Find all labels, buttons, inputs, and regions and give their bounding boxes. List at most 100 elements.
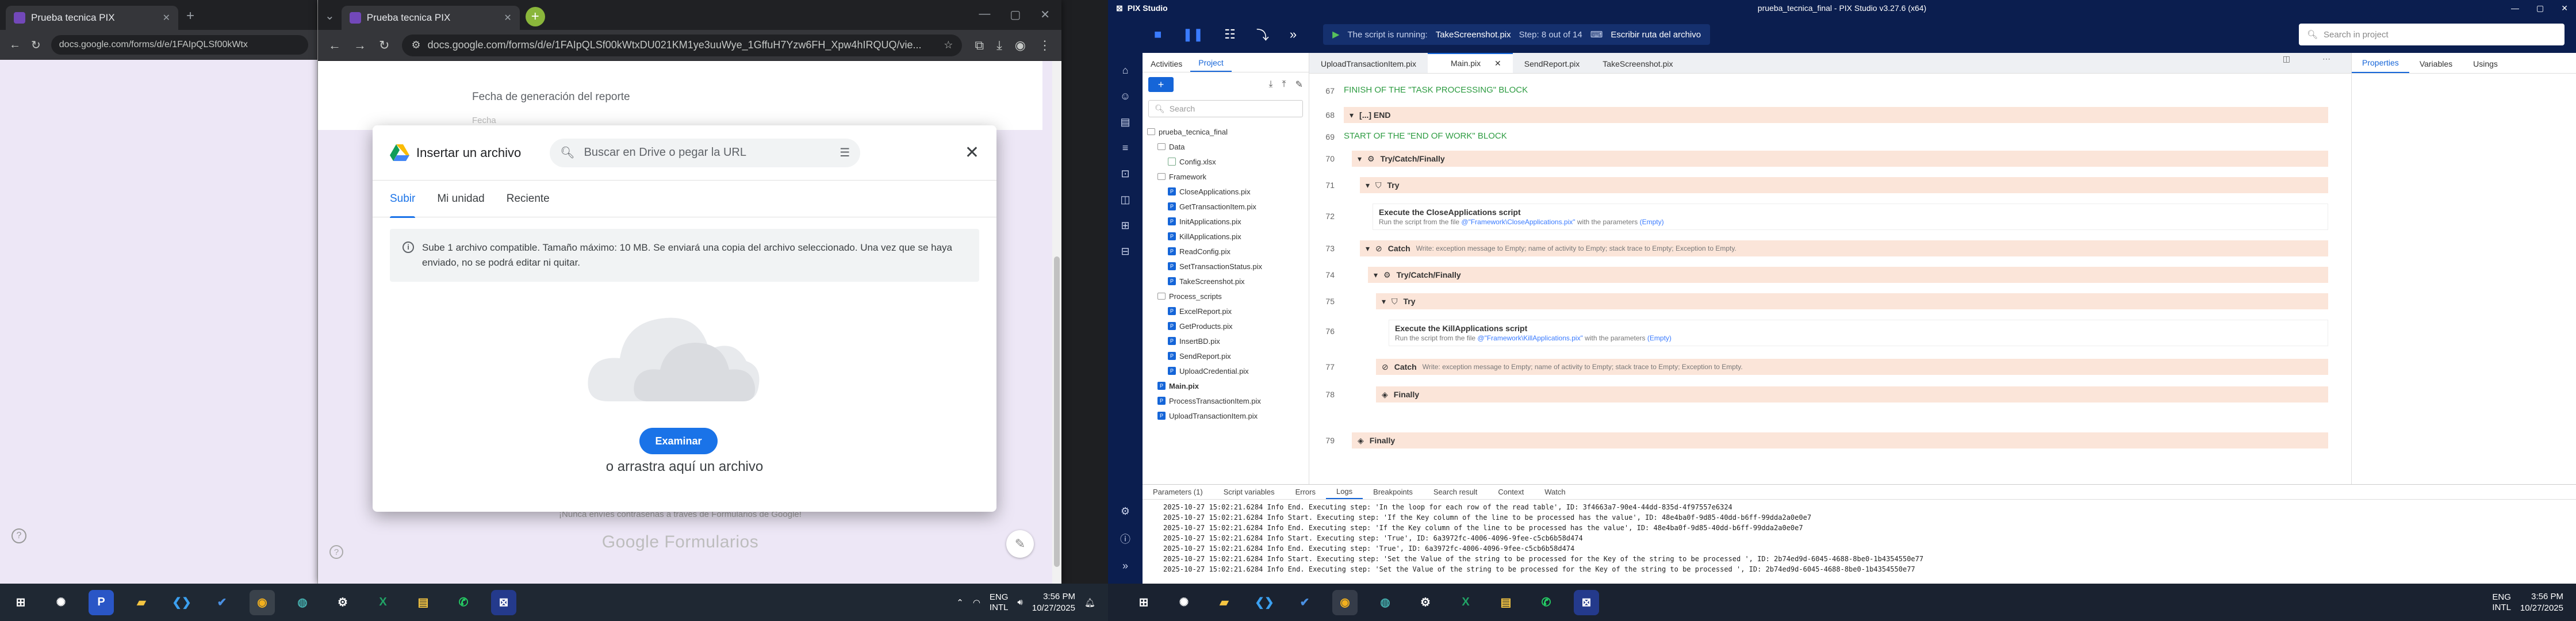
catch-block[interactable]: ⊘ Catch Write: exception message to Empty;… [1376,359,2328,375]
packages-icon[interactable]: ⊞ [1121,220,1129,232]
tab-upload[interactable]: Subir [390,193,416,218]
finally-block[interactable]: ◈ Finally [1352,432,2328,448]
tab-project[interactable]: Project [1190,55,1232,72]
chatgpt-icon[interactable]: ✺ [48,590,74,615]
page-scrollbar[interactable] [1052,61,1061,584]
collapse-arrow-icon[interactable]: ▾ [1366,244,1370,254]
menu-icon[interactable]: ⋮ [1038,38,1051,53]
try-block[interactable]: ▾ ⛉ Try [1376,293,2328,309]
tab-search-result[interactable]: Search result [1423,485,1488,499]
notifications-icon[interactable]: 🔔︎ [1084,597,1095,608]
vscode-icon[interactable]: ❮❯ [169,590,194,615]
tree-item[interactable]: P UploadTransactionItem.pix [1147,408,1309,423]
robot-icon[interactable]: ☺ [1120,90,1130,102]
site-info-icon[interactable]: ⚙ [411,39,420,51]
tab-parameters[interactable]: Parameters (1) [1143,485,1213,499]
chrome-taskbar-icon[interactable]: ◉ [1332,589,1358,615]
trycatch-block[interactable]: ▾ ⚙ Try/Catch/Finally [1352,151,2328,167]
end-block[interactable]: ▾ [...] END [1344,107,2328,123]
project-search-input[interactable]: 🔍︎ Search in project [2299,24,2564,45]
import-icon[interactable]: ⤓ [1268,79,1272,90]
maximize-icon[interactable]: ▢ [1010,7,1021,22]
tree-item[interactable]: P GetProducts.pix [1147,319,1309,334]
pix-icon[interactable]: ⊠ [491,589,516,615]
collapse-arrow-icon[interactable]: ▾ [1358,154,1362,164]
editor-tab[interactable]: UploadTransactionItem.pix [1309,55,1428,73]
tab-context[interactable]: Context [1488,485,1534,499]
editor-tab-main[interactable]: Main.pix ✕ [1428,53,1513,73]
clock[interactable]: 3:56 PM 10/27/2025 [2520,591,2563,614]
step-into-icon[interactable]: ⤵ [1256,25,1269,44]
collapse-arrow-icon[interactable]: ▾ [1366,181,1370,190]
wifi-icon[interactable]: ◠ [973,597,980,608]
app-icon[interactable]: ◍ [1373,590,1398,615]
forward-icon[interactable]: → [354,38,366,53]
chatgpt-icon[interactable]: ✺ [1171,590,1197,615]
tab-watch[interactable]: Watch [1534,485,1575,499]
reload-icon[interactable]: ↻ [379,38,389,53]
tree-item[interactable]: P ReadConfig.pix [1147,244,1309,259]
tree-item[interactable]: Config.xlsx [1147,154,1309,169]
chrome-omnibox[interactable]: ⚙ docs.google.com/forms/d/e/1FAIpQLSf00k… [402,34,963,56]
close-window-icon[interactable]: ✕ [2561,3,2568,13]
todo-icon[interactable]: ✔ [1292,590,1317,615]
notes-icon[interactable]: ▤ [411,590,436,615]
editor-tab[interactable]: SendReport.pix [1513,55,1592,73]
profile-icon[interactable]: ◉ [1015,38,1026,53]
help-icon[interactable]: ? [329,545,343,559]
tree-item[interactable]: P InitApplications.pix [1147,214,1309,229]
tree-item[interactable]: P CloseApplications.pix [1147,184,1309,199]
tab-recent[interactable]: Reciente [507,193,550,205]
tab-activities[interactable]: Activities [1143,56,1190,72]
tree-item[interactable]: prueba_tecnica_final [1147,124,1309,139]
tree-item[interactable]: Process_scripts [1147,289,1309,304]
extensions-icon[interactable]: ⧉ [975,38,984,53]
language-indicator[interactable]: ENG INTL [2492,592,2511,613]
finally-block[interactable]: ◈ Finally [1376,386,2328,402]
bookmark-star-icon[interactable]: ☆ [944,39,953,51]
add-button[interactable]: + [1148,77,1174,92]
tree-item[interactable]: P UploadCredential.pix [1147,363,1309,378]
comment-step[interactable]: FINISH OF THE "TASK PROCESSING" BLOCK [1344,85,2328,95]
trycatch-block[interactable]: ▾ ⚙ Try/Catch/Finally [1368,267,2328,283]
close-window-icon[interactable]: ✕ [1040,7,1050,22]
tray-chevron-icon[interactable]: ⌃ [956,597,964,608]
windows-start-icon[interactable]: ⊞ [1131,590,1156,615]
new-tab-button[interactable]: + [525,7,545,26]
project-tree-search[interactable]: 🔍︎ Search [1148,100,1303,117]
app-icon[interactable]: ◍ [290,590,315,615]
notes-icon[interactable]: ▤ [1493,590,1519,615]
tab-my-drive[interactable]: Mi unidad [437,193,484,205]
maximize-icon[interactable]: ▢ [2536,3,2544,13]
id-icon[interactable]: ⊟ [1121,246,1129,258]
file-explorer-icon[interactable]: ▰ [129,590,154,615]
clock[interactable]: 3:56 PM 10/27/2025 [1032,591,1075,614]
stack-icon[interactable]: ≡ [1122,142,1129,154]
tools-icon[interactable]: ✎ [1295,79,1303,90]
excel-icon[interactable]: X [370,590,396,615]
comment-step[interactable]: START OF THE "END OF WORK" BLOCK [1344,131,2328,141]
tree-item[interactable]: P Main.pix [1147,378,1309,393]
language-indicator[interactable]: ENG INTL [990,592,1009,613]
tab-script-variables[interactable]: Script variables [1213,485,1285,499]
split-view-icon[interactable]: ◫ [2271,49,2302,68]
whatsapp-icon[interactable]: ✆ [1534,590,1559,615]
close-tab-icon[interactable]: ✕ [163,12,170,24]
stop-icon[interactable]: ■ [1154,27,1162,42]
chrome-tab[interactable]: Prueba tecnica PIX ✕ [341,6,520,30]
scripts-icon[interactable]: ▤ [1120,116,1130,128]
search-options-icon[interactable]: ☰ [839,145,850,160]
close-icon[interactable]: ✕ [965,143,979,163]
date-field[interactable]: Fecha [472,116,496,125]
home-icon[interactable]: ⌂ [1122,64,1129,76]
drive-search-input[interactable]: 🔍︎ Buscar en Drive o pegar la URL ☰ [550,138,861,167]
tree-item[interactable]: P GetTransactionItem.pix [1147,199,1309,214]
tab-properties[interactable]: Properties [2352,53,2409,73]
tree-item[interactable]: P SendReport.pix [1147,348,1309,363]
excel-icon[interactable]: X [1453,590,1478,615]
pause-icon[interactable]: ❚❚ [1182,27,1203,42]
catch-block[interactable]: ▾ ⊘ Catch Write: exception message to Empty… [1360,240,2328,256]
tree-item[interactable]: P SetTransactionStatus.pix [1147,259,1309,274]
tree-item[interactable]: P KillApplications.pix [1147,229,1309,244]
tree-item[interactable]: P ProcessTransactionItem.pix [1147,393,1309,408]
